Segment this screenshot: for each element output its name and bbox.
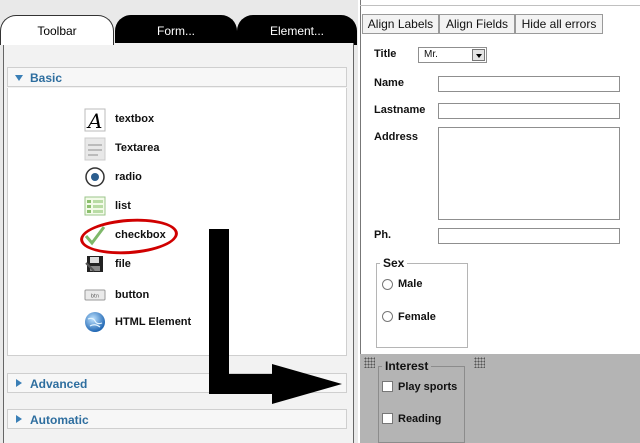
- accordion-basic-label: Basic: [30, 71, 63, 85]
- textarea-icon: [84, 137, 106, 161]
- align-labels-button[interactable]: Align Labels: [362, 14, 439, 34]
- toolbox-item-label: radio: [115, 171, 142, 183]
- resize-grip-icon[interactable]: [474, 357, 485, 368]
- expanded-arrow-icon: [15, 75, 23, 81]
- toolbox-item-label: textbox: [115, 113, 155, 125]
- collapsed-arrow-icon: [16, 379, 22, 387]
- tab-toolbar[interactable]: Toolbar: [0, 15, 114, 45]
- hide-errors-button[interactable]: Hide all errors: [515, 14, 603, 34]
- toolbox-item-label: list: [115, 200, 131, 212]
- file-icon: [84, 253, 106, 275]
- svg-text:btn: btn: [91, 294, 99, 300]
- align-fields-button[interactable]: Align Fields: [439, 14, 515, 34]
- toolbox-item-label: button: [115, 289, 150, 301]
- sex-legend: Sex: [383, 256, 405, 270]
- chevron-down-icon[interactable]: [472, 49, 485, 61]
- accordion-automatic-label: Automatic: [30, 413, 89, 427]
- toolbox-item-label: Textarea: [115, 142, 160, 154]
- title-select[interactable]: Mr.: [418, 47, 487, 63]
- toolbox-item-textbox[interactable]: A textbox: [84, 108, 244, 133]
- title-select-value: Mr.: [424, 49, 438, 60]
- tab-form[interactable]: Form...: [115, 15, 237, 45]
- phone-input[interactable]: [438, 228, 620, 244]
- accordion-automatic-header[interactable]: Automatic: [7, 409, 347, 429]
- reading-label: Reading: [398, 413, 442, 425]
- male-radio[interactable]: [382, 279, 393, 290]
- address-label: Address: [374, 131, 419, 143]
- name-input[interactable]: [438, 76, 620, 92]
- html-element-icon: [84, 311, 106, 333]
- female-label: Female: [398, 311, 436, 323]
- resize-grip-icon[interactable]: [364, 357, 375, 368]
- divider: [360, 5, 640, 6]
- list-icon: [84, 195, 106, 217]
- tab-strip: Toolbar Form... Element...: [0, 0, 358, 45]
- interest-legend: Interest: [385, 359, 429, 373]
- toolbox-item-label: HTML Element: [115, 316, 192, 328]
- play-sports-checkbox[interactable]: [382, 381, 393, 392]
- annotation-arrow-head-icon: [272, 364, 342, 404]
- button-icon: btn: [84, 288, 106, 310]
- address-textarea[interactable]: [438, 127, 620, 220]
- interest-fieldset[interactable]: Interest: [378, 359, 465, 443]
- name-label: Name: [374, 77, 404, 89]
- radio-icon: [84, 166, 106, 188]
- collapsed-arrow-icon: [16, 415, 22, 423]
- title-label: Title: [374, 48, 397, 60]
- toolbox-item-radio[interactable]: radio: [84, 166, 244, 190]
- textbox-icon: A: [84, 108, 106, 133]
- play-sports-label: Play sports: [398, 381, 458, 393]
- lastname-label: Lastname: [374, 104, 426, 116]
- lastname-input[interactable]: [438, 103, 620, 119]
- toolbox-item-textarea[interactable]: Textarea: [84, 137, 244, 161]
- svg-text:A: A: [86, 109, 102, 132]
- tab-element[interactable]: Element...: [237, 15, 357, 45]
- male-label: Male: [398, 278, 423, 290]
- toolbox-item-label: file: [115, 258, 131, 270]
- accordion-advanced-label: Advanced: [30, 377, 88, 391]
- female-radio[interactable]: [382, 311, 393, 322]
- phone-label: Ph.: [374, 229, 392, 241]
- reading-checkbox[interactable]: [382, 413, 393, 424]
- annotation-arrow-shaft: [209, 374, 281, 394]
- toolbox-item-list[interactable]: list: [84, 195, 244, 219]
- annotation-arrow-shaft: [209, 229, 229, 394]
- sex-fieldset: Sex: [376, 256, 468, 348]
- accordion-basic-header[interactable]: Basic: [7, 67, 347, 87]
